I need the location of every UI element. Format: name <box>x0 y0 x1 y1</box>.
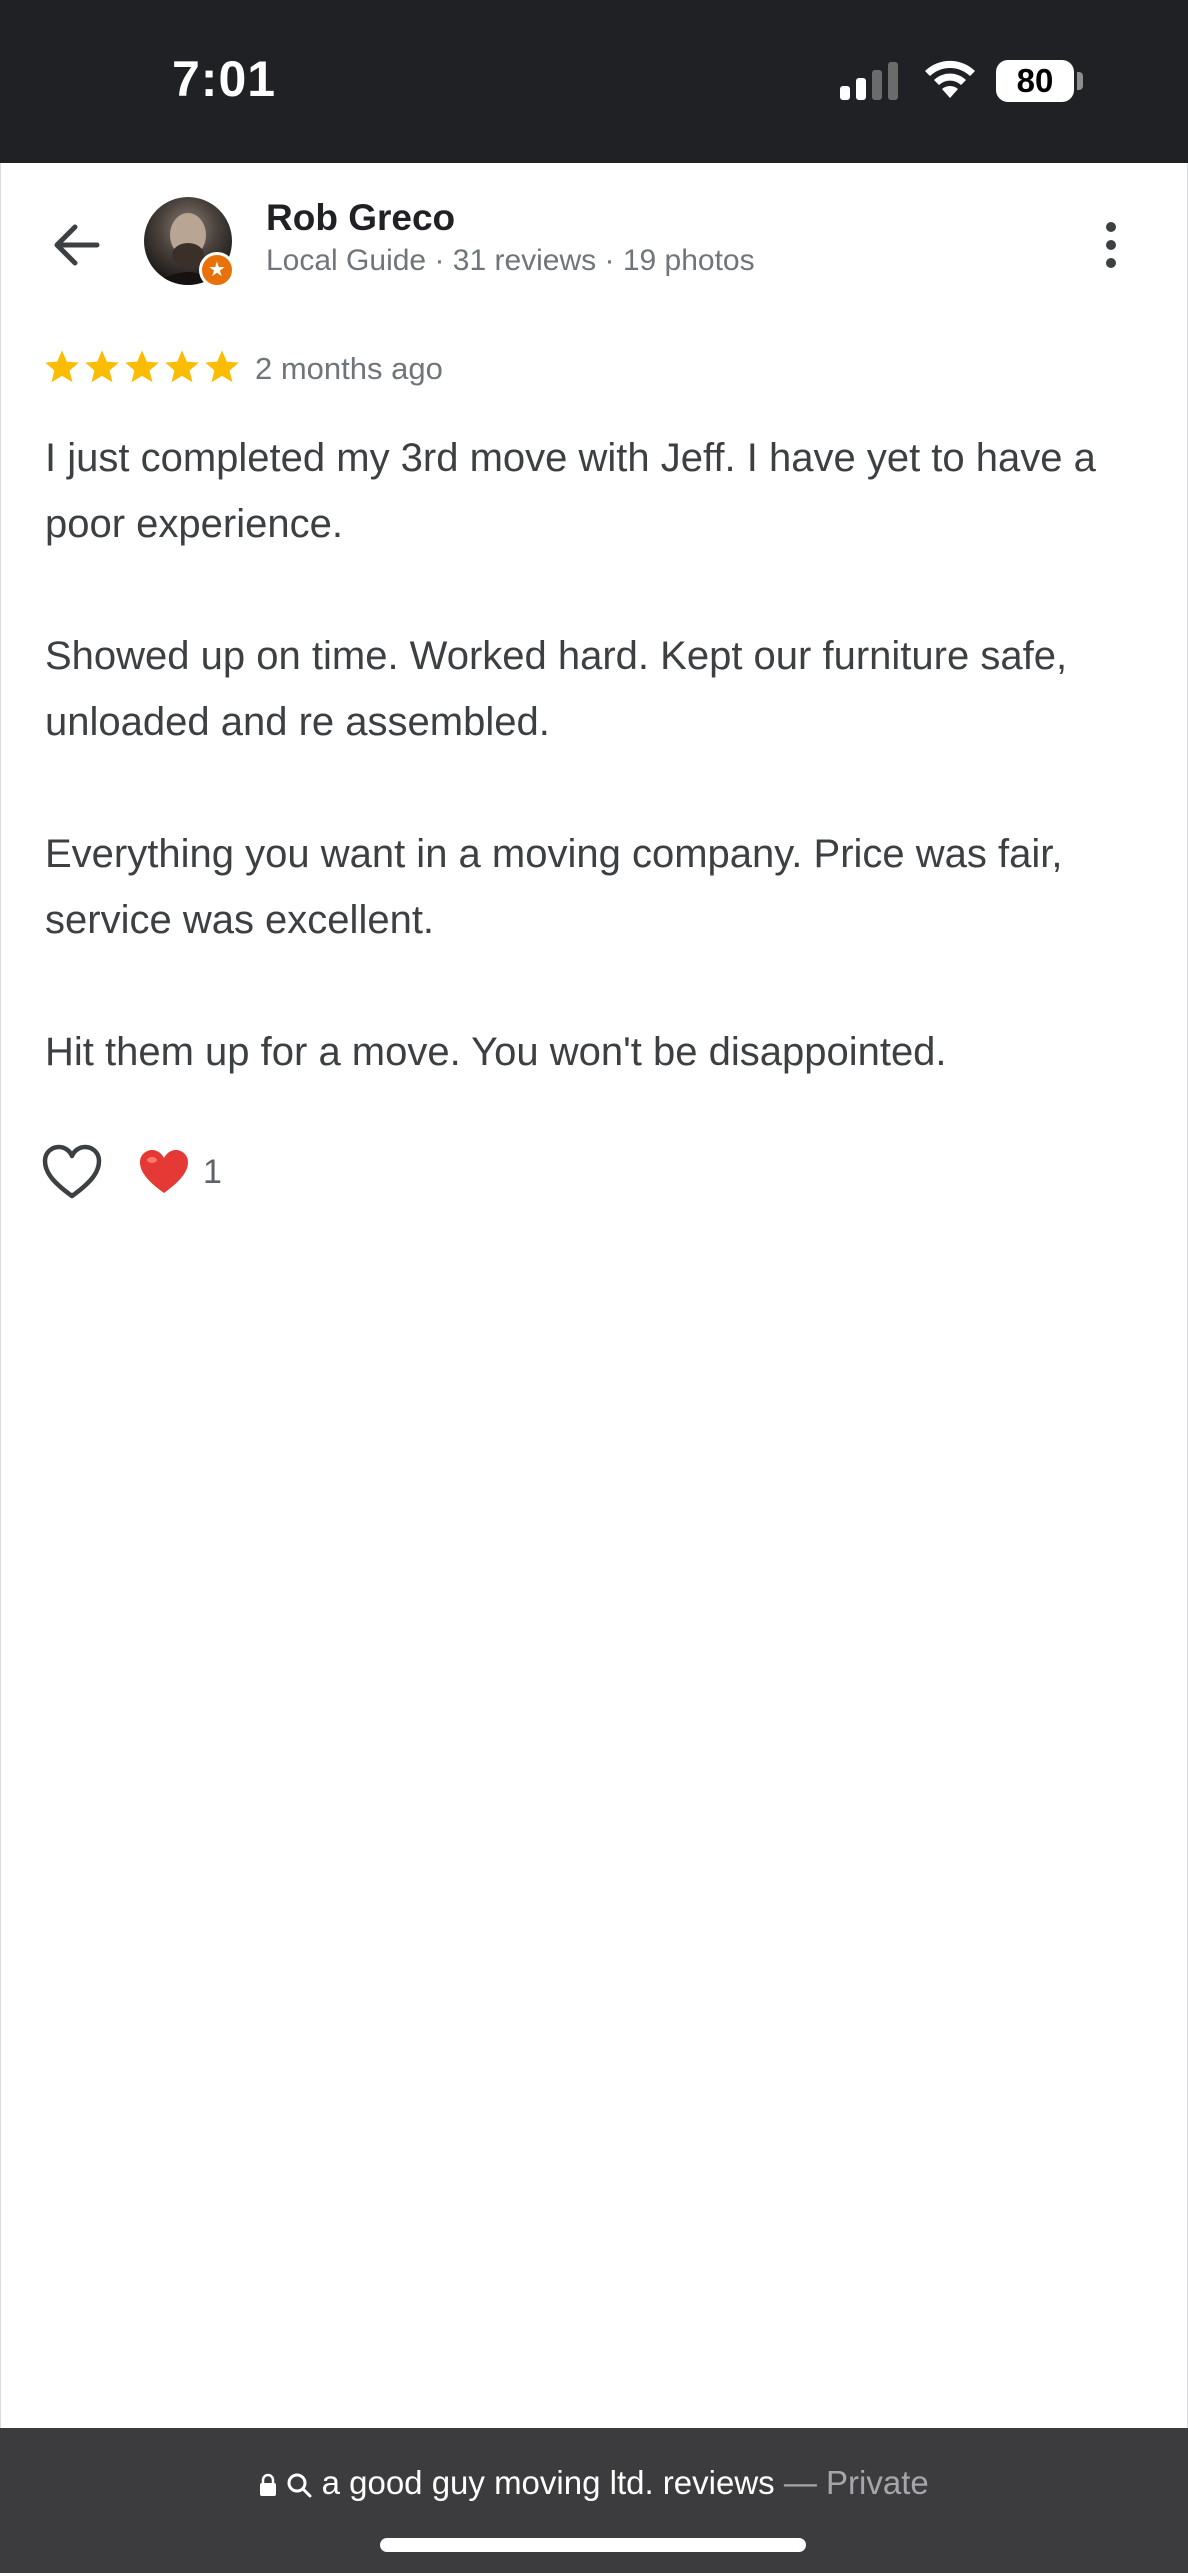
star-icon <box>165 350 199 383</box>
review-page: ★ Rob Greco Local Guide · 31 reviews · 1… <box>0 163 1188 2428</box>
like-heart-outline-icon[interactable] <box>41 1143 103 1201</box>
review-text: I just completed my 3rd move with Jeff. … <box>45 425 1155 1151</box>
review-paragraph: Everything you want in a moving company.… <box>45 832 1063 942</box>
star-icon <box>205 350 239 383</box>
url-text: a good guy moving ltd. reviews <box>321 2464 775 2501</box>
browser-address-bar[interactable]: a good guy moving ltd. reviews — Private <box>0 2428 1188 2573</box>
rating-stars <box>43 348 241 386</box>
reviewer-name[interactable]: Rob Greco <box>266 197 455 239</box>
star-icon <box>85 350 119 383</box>
status-time: 7:01 <box>172 51 277 107</box>
back-arrow-icon[interactable] <box>45 213 109 277</box>
reaction-heart-icon <box>140 1150 188 1193</box>
status-bar: 7:01 80 <box>0 0 1188 163</box>
review-paragraph: I just completed my 3rd move with Jeff. … <box>45 436 1096 546</box>
url-separator: — <box>783 2464 817 2501</box>
address-line[interactable]: a good guy moving ltd. reviews — Private <box>0 2464 1188 2502</box>
signal-icon <box>840 62 898 100</box>
battery-icon: 80 <box>996 60 1074 102</box>
reviewer-meta: Local Guide · 31 reviews · 19 photos <box>266 244 755 277</box>
reaction-count: 1 <box>203 1153 222 1191</box>
star-icon <box>45 350 79 383</box>
review-paragraph: Showed up on time. Worked hard. Kept our… <box>45 634 1068 744</box>
battery-cap <box>1077 72 1083 90</box>
lock-icon <box>260 2474 277 2497</box>
review-date: 2 months ago <box>255 351 443 386</box>
local-guide-badge-icon: ★ <box>199 252 235 288</box>
private-mode-label: Private <box>826 2464 929 2501</box>
search-icon <box>287 2473 312 2498</box>
review-paragraph: Hit them up for a move. You won't be dis… <box>45 1030 947 1074</box>
wifi-icon <box>925 60 975 98</box>
more-options-icon[interactable] <box>1091 213 1131 277</box>
home-indicator[interactable] <box>380 2538 806 2552</box>
star-icon <box>125 350 159 383</box>
